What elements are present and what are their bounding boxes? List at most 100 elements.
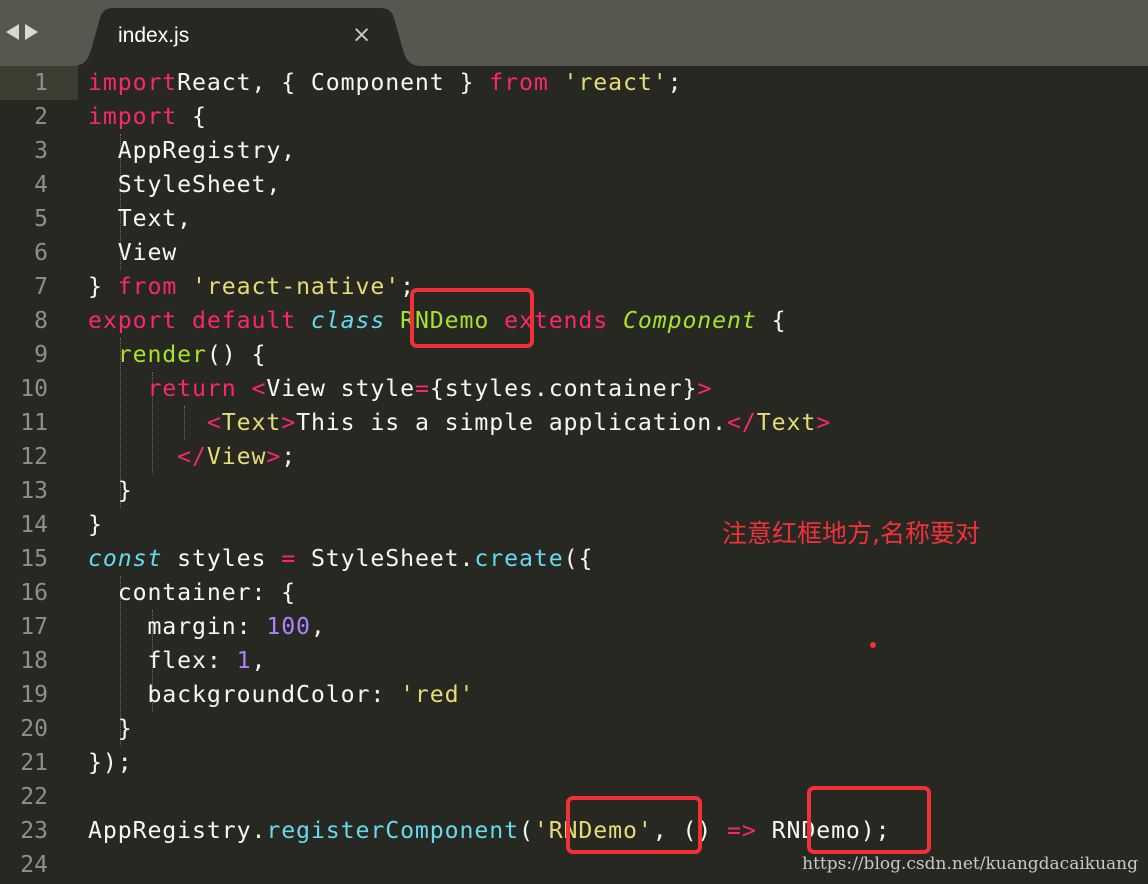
code-line[interactable]: AppRegistry.registerComponent('RNDemo', …: [88, 814, 891, 848]
code-token: {: [756, 307, 787, 334]
code-token: =>: [727, 817, 757, 844]
code-token: class: [310, 307, 386, 334]
red-dot-mark: [870, 642, 876, 648]
code-token: }: [88, 715, 133, 742]
code-line[interactable]: import {: [88, 100, 207, 134]
line-number: 15: [20, 546, 48, 572]
code-line[interactable]: }: [88, 508, 103, 542]
code-line[interactable]: render() {: [88, 338, 266, 372]
close-icon[interactable]: ×: [352, 22, 371, 48]
code-token: </: [88, 443, 207, 470]
tab-index-js[interactable]: index.js ×: [72, 8, 422, 66]
line-number: 12: [20, 444, 48, 470]
line-number: 18: [20, 648, 48, 674]
line-number: 6: [34, 240, 48, 266]
code-line[interactable]: importReact, { Component } from 'react';: [88, 66, 682, 100]
code-token: }: [88, 273, 118, 300]
code-token: StyleSheet,: [88, 171, 282, 198]
code-token: 'red': [400, 681, 475, 708]
code-line[interactable]: });: [88, 746, 133, 780]
line-number: 19: [20, 682, 48, 708]
line-number: 1: [34, 70, 48, 96]
code-token: </: [727, 409, 757, 436]
code-token: Text,: [88, 205, 193, 232]
code-token: from: [117, 273, 178, 300]
code-line[interactable]: container: {: [88, 576, 296, 610]
code-line[interactable]: }: [88, 474, 133, 508]
line-number: 5: [34, 206, 48, 232]
code-token: 100: [266, 613, 311, 640]
code-token: {styles.container}: [429, 375, 698, 402]
code-token: ,: [310, 613, 326, 640]
line-number: 22: [20, 784, 48, 810]
code-token: (: [518, 817, 534, 844]
code-token: Text: [756, 409, 817, 436]
tab-bar: index.js ×: [0, 0, 1148, 66]
code-token: <: [251, 375, 267, 402]
code-token: container: {: [88, 579, 297, 606]
line-number: 3: [34, 138, 48, 164]
code-line[interactable]: flex: 1,: [88, 644, 266, 678]
code-line[interactable]: StyleSheet,: [88, 168, 281, 202]
code-line[interactable]: }: [88, 712, 133, 746]
code-line[interactable]: </View>;: [88, 440, 296, 474]
annotation-note: 注意红框地方,名称要对: [722, 519, 980, 548]
code-line[interactable]: backgroundColor: 'red': [88, 678, 474, 712]
code-token: =: [281, 545, 297, 572]
line-number: 14: [20, 512, 48, 538]
line-number: 13: [20, 478, 48, 504]
code-line[interactable]: margin: 100,: [88, 610, 326, 644]
code-token: >: [816, 409, 832, 436]
code-token: import: [88, 69, 178, 96]
code-line[interactable]: Text,: [88, 202, 192, 236]
line-number: 17: [20, 614, 48, 640]
forward-arrow-icon[interactable]: [25, 24, 38, 40]
back-arrow-icon[interactable]: [6, 24, 19, 40]
code-token: This is a simple application.: [296, 409, 728, 436]
code-token: >: [697, 375, 713, 402]
highlight-box-component-ref: [807, 786, 931, 854]
code-editor[interactable]: 1 2 3 4 5 6 7 8 9 10 11 12 13 14 15 16 17 18 19 20 21 22 23 24 …: [0, 66, 1148, 884]
code-line[interactable]: const styles = StyleSheet.create({: [88, 542, 593, 576]
code-token: const: [88, 545, 163, 572]
line-number: 11: [20, 410, 48, 436]
code-line[interactable]: View: [88, 236, 177, 270]
code-token: create: [474, 545, 564, 572]
code-token: import: [88, 103, 178, 130]
highlight-box-class-name: [410, 288, 534, 348]
line-number: 8: [34, 308, 48, 334]
code-token: =: [414, 375, 430, 402]
line-number: 9: [34, 342, 48, 368]
code-token: 'react': [548, 69, 668, 96]
code-token: {: [177, 103, 207, 130]
line-number: 4: [34, 172, 48, 198]
code-token: Text: [221, 409, 282, 436]
code-token: AppRegistry.: [88, 817, 267, 844]
code-line[interactable]: <Text>This is a simple application.</Tex…: [88, 406, 831, 440]
line-number: 7: [34, 274, 48, 300]
code-line[interactable]: } from 'react-native';: [88, 270, 415, 304]
code-token: ,: [251, 647, 267, 674]
code-line[interactable]: return <View style={styles.container}>: [88, 372, 712, 406]
code-line[interactable]: AppRegistry,: [88, 134, 296, 168]
code-token: export default: [88, 307, 311, 334]
code-token: flex:: [88, 647, 237, 674]
watermark: https://blog.csdn.net/kuangdacaikuang: [802, 854, 1138, 874]
code-token: >: [281, 409, 297, 436]
code-token: 'react-native': [177, 273, 401, 300]
code-token: >: [266, 443, 282, 470]
code-token: }: [88, 477, 133, 504]
code-token: View style: [266, 375, 415, 402]
code-token: ({: [563, 545, 594, 572]
line-number: 24: [20, 852, 48, 878]
tab-label: index.js: [118, 24, 190, 47]
code-token: View: [206, 443, 267, 470]
code-token: ;: [667, 69, 683, 96]
editor-window: index.js × 1 2 3 4 5 6 7 8 9 10 11 12 13 14 15 16 17 18 19…: [0, 0, 1148, 884]
line-number: 16: [20, 580, 48, 606]
code-token: () {: [206, 341, 267, 368]
code-token: View: [88, 239, 178, 266]
code-token: return: [88, 375, 252, 402]
code-token: ;: [281, 443, 297, 470]
code-token: React, { Component }: [177, 69, 490, 96]
